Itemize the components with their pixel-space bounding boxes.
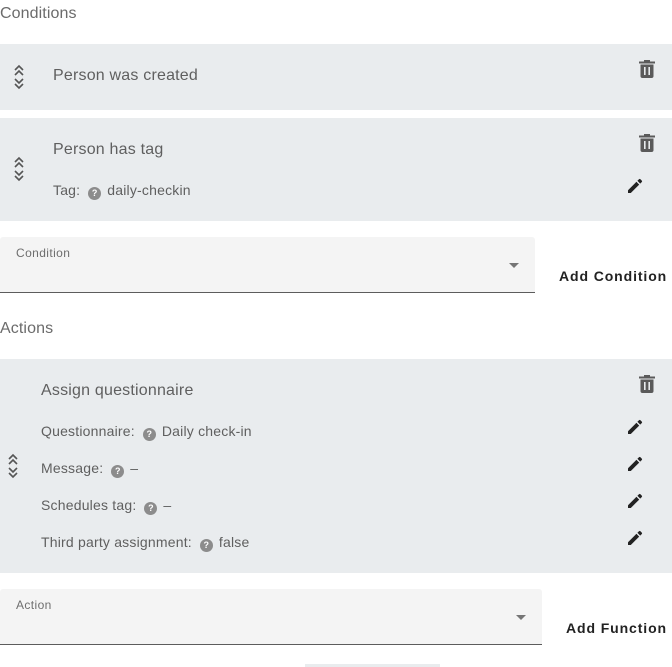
field-label: Message: [41,460,104,476]
edit-pencil-icon[interactable] [627,178,643,194]
help-icon[interactable]: ? [88,187,102,200]
field-label: Questionnaire: [41,423,135,439]
condition-select-label: Condition [16,246,71,260]
field-value: – [163,497,172,513]
field-value: false [218,534,250,550]
help-icon[interactable]: ? [144,502,158,515]
delete-icon[interactable] [639,134,655,152]
drag-handle-icon[interactable] [6,453,20,479]
condition-select[interactable]: Condition [0,237,535,293]
action-title: Assign questionnaire [41,382,194,399]
field-value: – [130,460,139,476]
drag-handle-icon[interactable] [12,64,26,90]
field-label: Tag: [53,182,81,198]
add-function-button[interactable]: Add Function [566,620,667,636]
edit-pencil-icon[interactable] [627,493,643,509]
help-icon[interactable]: ? [111,465,125,478]
edit-pencil-icon[interactable] [627,530,643,546]
field-row-message: Message:? – [41,460,138,478]
dropdown-caret-icon[interactable] [516,615,526,620]
condition-card-person-has-tag: Person has tag Tag:? daily-checkin [0,118,672,221]
edit-pencil-icon[interactable] [627,456,643,472]
dropdown-caret-icon[interactable] [509,263,519,268]
action-card-assign-questionnaire: Assign questionnaire Questionnaire:? Dail… [0,359,672,573]
field-row-schedules-tag: Schedules tag:? – [41,497,171,515]
field-value: daily-checkin [107,182,191,198]
action-select-label: Action [16,598,52,612]
help-icon[interactable]: ? [199,539,213,552]
field-row-questionnaire: Questionnaire:? Daily check-in [41,423,252,441]
action-select[interactable]: Action [0,589,542,645]
condition-title: Person was created [53,67,199,84]
field-label: Schedules tag: [41,497,137,513]
drag-handle-icon[interactable] [12,156,26,182]
conditions-section-title: Conditions [0,5,77,22]
field-value: Daily check-in [161,423,252,439]
delete-icon[interactable] [639,60,655,78]
edit-pencil-icon[interactable] [627,419,643,435]
actions-section-title: Actions [0,320,54,337]
field-label: Third party assignment: [41,534,192,550]
help-icon[interactable]: ? [142,428,156,441]
field-row-third-party-assignment: Third party assignment:? false [41,534,249,552]
field-row-tag: Tag:? daily-checkin [53,182,191,200]
condition-card-person-was-created: Person was created [0,44,672,110]
delete-icon[interactable] [639,375,655,393]
condition-title: Person has tag [53,141,164,158]
add-condition-button[interactable]: Add Condition [559,268,667,284]
